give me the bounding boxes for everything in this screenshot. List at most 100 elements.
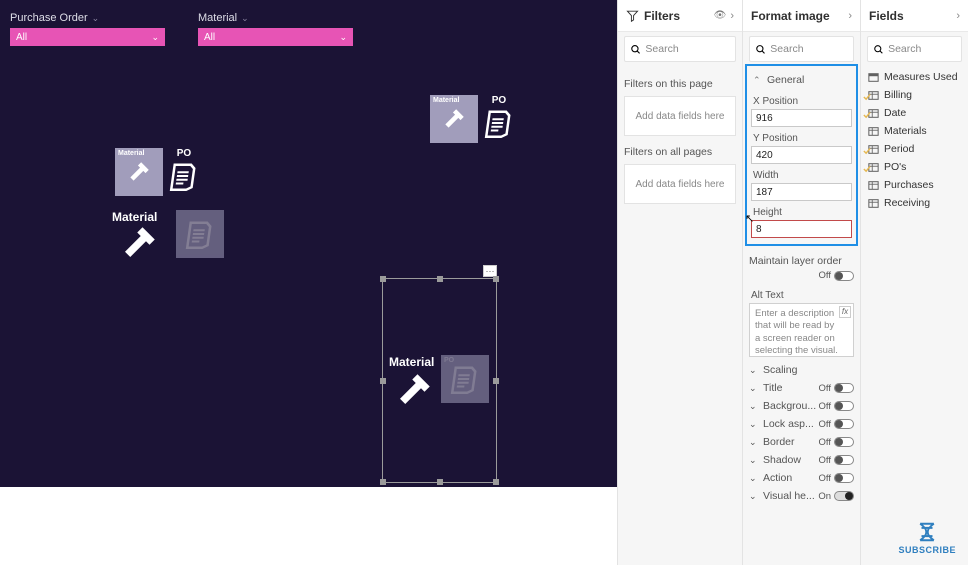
fields-search-input[interactable] [888, 43, 955, 55]
format-section-visualhe[interactable]: ⌄Visual he...On [743, 487, 860, 505]
resize-handle[interactable] [380, 276, 386, 282]
chevron-right-icon[interactable]: › [956, 10, 960, 22]
tile-caption: Material [433, 97, 459, 104]
hammer-icon [441, 106, 467, 132]
format-title: Format image [751, 9, 830, 23]
toggle[interactable]: Off [819, 437, 855, 448]
check-icon [863, 92, 868, 97]
chevron-right-icon[interactable]: › [730, 10, 734, 22]
filters-section-page: Filters on this page [624, 78, 736, 90]
hammer-icon [393, 369, 435, 411]
field-measuresused[interactable]: Measures Used [865, 68, 964, 86]
format-section-border[interactable]: ⌄BorderOff [743, 433, 860, 451]
filters-pane: Filters 👁› Filters on this page Add data… [617, 0, 742, 565]
format-section-scaling[interactable]: ⌄Scaling [743, 361, 860, 379]
format-section-action[interactable]: ⌄ActionOff [743, 469, 860, 487]
hammer-icon[interactable] [118, 222, 160, 264]
toggle[interactable]: Off [819, 401, 855, 412]
field-pos[interactable]: PO's [865, 158, 964, 176]
toggle[interactable]: Off [819, 473, 855, 484]
list-icon [484, 108, 514, 138]
visual-group-mid-left[interactable]: Material PO [115, 148, 199, 196]
field-materials[interactable]: Materials [865, 122, 964, 140]
height-input[interactable] [751, 220, 852, 238]
eye-icon[interactable]: 👁 [714, 10, 727, 22]
filters-pane-header: Filters 👁› [618, 0, 742, 32]
measure-icon [867, 71, 879, 83]
list-icon [185, 219, 215, 249]
slicer-mat-value: All [204, 32, 215, 43]
filters-drop-all[interactable]: Add data fields here [624, 164, 736, 204]
table-icon [867, 179, 879, 191]
fx-button[interactable]: fx [839, 306, 851, 318]
chevron-down-icon: ⌄ [749, 455, 759, 466]
slicer-po-value: All [16, 32, 27, 43]
filters-drop-page[interactable]: Add data fields here [624, 96, 736, 136]
chevron-down-icon: ⌄ [749, 383, 759, 394]
resize-handle[interactable] [380, 378, 386, 384]
slicer-po-dropdown[interactable]: All ⌄ [10, 28, 165, 46]
format-search[interactable] [749, 36, 854, 62]
list-icon [169, 161, 199, 191]
visual-group-top-right[interactable]: Material PO [430, 95, 514, 143]
width-input[interactable] [751, 183, 852, 201]
resize-handle[interactable] [380, 479, 386, 485]
po-label: PO [492, 95, 506, 106]
format-section-shadow[interactable]: ⌄ShadowOff [743, 451, 860, 469]
width-label: Width [753, 170, 850, 181]
report-canvas[interactable]: Purchase Order ⌄ All ⌄ Material ⌄ All ⌄ Ma… [0, 0, 617, 487]
filters-search[interactable] [624, 36, 736, 62]
po-tile-faded[interactable] [176, 210, 224, 258]
alt-text-input[interactable]: Enter a description that will be read by… [749, 303, 854, 357]
fields-search[interactable] [867, 36, 962, 62]
y-position-label: Y Position [753, 133, 850, 144]
field-receiving[interactable]: Receiving [865, 194, 964, 212]
format-section-lockasp[interactable]: ⌄Lock asp...Off [743, 415, 860, 433]
fields-pane-header: Fields › [861, 0, 968, 32]
toggle[interactable]: Off [819, 419, 855, 430]
resize-handle[interactable] [493, 479, 499, 485]
selected-visual-frame[interactable]: ⋯ Material PO [382, 278, 497, 483]
format-general-header[interactable]: ⌃General [751, 70, 852, 90]
slicer-po-label: Purchase Order [10, 12, 88, 24]
chevron-down-icon: ⌄ [749, 437, 759, 448]
filter-icon [626, 9, 639, 22]
chevron-down-icon: ⌄ [749, 365, 759, 376]
field-date[interactable]: Date [865, 104, 964, 122]
x-position-input[interactable] [751, 109, 852, 127]
po-tile[interactable]: PO [484, 95, 514, 138]
list-icon [450, 364, 480, 394]
filters-section-all: Filters on all pages [624, 146, 736, 158]
field-purchases[interactable]: Purchases [865, 176, 964, 194]
field-billing[interactable]: Billing [865, 86, 964, 104]
format-search-input[interactable] [770, 43, 847, 55]
format-section-title[interactable]: ⌄TitleOff [743, 379, 860, 397]
chevron-down-icon: ⌄ [339, 32, 347, 43]
toggle[interactable]: On [818, 491, 854, 502]
toggle[interactable]: Off [819, 383, 855, 394]
format-general-highlight: ⌃General X Position Y Position Width Hei… [745, 64, 858, 246]
po-tile[interactable]: PO [169, 148, 199, 191]
field-period[interactable]: Period [865, 140, 964, 158]
table-icon [867, 197, 879, 209]
tile-caption: PO [444, 357, 454, 364]
subscribe-label: SUBSCRIBE [898, 545, 956, 555]
filters-search-input[interactable] [645, 43, 729, 55]
slicer-mat-dropdown[interactable]: All ⌄ [198, 28, 353, 46]
material-tile[interactable]: Material [115, 148, 163, 196]
format-section-backgrou[interactable]: ⌄Backgrou...Off [743, 397, 860, 415]
resize-handle[interactable] [493, 378, 499, 384]
toggle[interactable]: Off [819, 455, 855, 466]
subscribe-badge[interactable]: SUBSCRIBE [898, 521, 956, 555]
material-tile[interactable]: Material [430, 95, 478, 143]
chevron-right-icon[interactable]: › [848, 10, 852, 22]
resize-handle[interactable] [493, 276, 499, 282]
resize-handle[interactable] [437, 479, 443, 485]
chevron-down-icon[interactable]: ⌄ [92, 13, 100, 24]
chevron-down-icon[interactable]: ⌄ [241, 13, 249, 24]
y-position-input[interactable] [751, 146, 852, 164]
maintain-layer-toggle[interactable]: Off [819, 270, 855, 281]
resize-handle[interactable] [437, 276, 443, 282]
chevron-down-icon: ⌄ [749, 401, 759, 412]
fields-pane: Fields › Measures UsedBillingDateMateria… [860, 0, 968, 565]
